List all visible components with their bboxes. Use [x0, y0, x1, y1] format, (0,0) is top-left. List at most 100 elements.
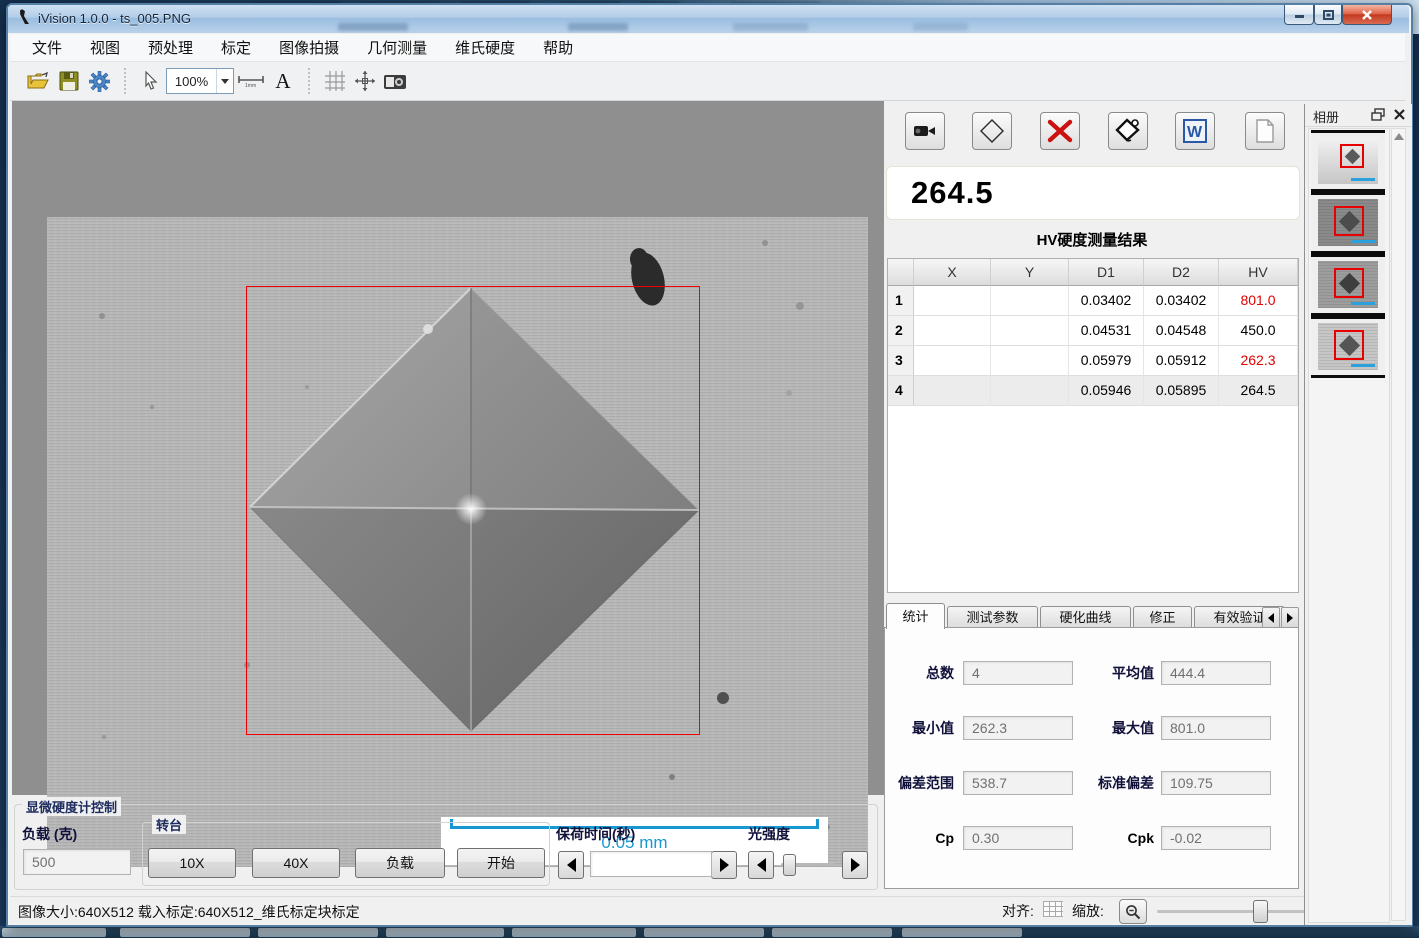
taskbar-button[interactable] [2, 928, 106, 937]
auto-measure-button[interactable] [1108, 112, 1148, 150]
taskbar-button[interactable] [772, 928, 892, 937]
menu-view[interactable]: 视图 [80, 34, 130, 61]
zoom-level-select[interactable]: 100% [166, 68, 234, 94]
video-camera-button[interactable] [905, 112, 945, 150]
current-hv-display: 264.5 [886, 166, 1300, 220]
turret-10x-button[interactable]: 10X [148, 848, 236, 878]
menu-geometry-measure[interactable]: 几何测量 [357, 34, 437, 61]
settings-gear-icon[interactable] [84, 66, 114, 96]
arrow-right-icon [720, 858, 729, 872]
text-tool-icon[interactable]: A [268, 66, 298, 96]
table-row[interactable]: 3 0.05979 0.05912 262.3 [888, 346, 1298, 376]
album-header: 相册 [1305, 104, 1412, 127]
col-d2[interactable]: D2 [1144, 259, 1219, 286]
auto-measure-hand-icon [1114, 117, 1142, 145]
album-panel: 相册 [1304, 104, 1412, 925]
stat-max-field[interactable] [1161, 716, 1271, 740]
camera-icon[interactable] [380, 66, 410, 96]
table-row[interactable]: 2 0.04531 0.04548 450.0 [888, 316, 1298, 346]
close-panel-icon[interactable] [1393, 108, 1406, 121]
taskbar-button[interactable] [512, 928, 636, 937]
col-x[interactable]: X [914, 259, 991, 286]
grid-icon[interactable] [320, 66, 350, 96]
menu-help[interactable]: 帮助 [533, 34, 583, 61]
open-file-icon[interactable] [24, 66, 54, 96]
save-icon[interactable] [54, 66, 84, 96]
table-row[interactable]: 1 0.03402 0.03402 801.0 [888, 286, 1298, 316]
taskbar-button[interactable] [258, 928, 378, 937]
col-y[interactable]: Y [991, 259, 1069, 286]
tab-statistics[interactable]: 统计 [886, 603, 945, 629]
tab-scroll-right-button[interactable] [1281, 607, 1299, 629]
taskbar-button[interactable] [386, 928, 504, 937]
align-grid-icon[interactable] [1043, 901, 1063, 917]
col-hv[interactable]: HV [1219, 259, 1298, 286]
delete-x-icon [1047, 119, 1073, 143]
stat-cp-field[interactable] [963, 826, 1073, 850]
start-button[interactable]: 开始 [457, 848, 545, 878]
chevron-down-icon[interactable] [216, 69, 233, 93]
album-thumbnail-2[interactable] [1311, 192, 1385, 254]
menu-preprocess[interactable]: 预处理 [138, 34, 203, 61]
stat-cpk-field[interactable] [1161, 826, 1271, 850]
album-scrollbar[interactable] [1391, 128, 1406, 921]
album-title: 相册 [1313, 107, 1339, 126]
menu-vickers-hardness[interactable]: 维氏硬度 [445, 34, 525, 61]
zoom-label: 缩放: [1072, 901, 1104, 921]
album-list [1308, 128, 1390, 923]
album-thumbnail-3[interactable] [1311, 254, 1385, 316]
thumb-roi-icon [1334, 268, 1364, 298]
zoom-level-value: 100% [167, 74, 216, 89]
minimize-button[interactable] [1284, 5, 1314, 25]
light-slider-thumb[interactable] [783, 854, 796, 876]
album-thumbnail-1[interactable] [1311, 130, 1385, 192]
stat-stddev-field[interactable] [1161, 771, 1271, 795]
cursor-icon[interactable] [136, 66, 166, 96]
specimen-image[interactable]: 0.05 mm [47, 217, 868, 867]
menu-file[interactable]: 文件 [22, 34, 72, 61]
album-thumbnail-4[interactable] [1311, 316, 1385, 378]
measurement-roi-box[interactable] [246, 286, 700, 735]
dwell-increase-button[interactable] [711, 851, 737, 879]
view-zoom-slider-thumb[interactable] [1253, 900, 1268, 923]
light-increase-button[interactable] [842, 851, 868, 879]
tab-hardening-curve[interactable]: 硬化曲线 [1040, 606, 1131, 628]
turret-load-button[interactable]: 负载 [355, 848, 445, 878]
stat-total-label: 总数 [876, 661, 954, 685]
dwell-time-field[interactable] [590, 851, 712, 877]
tab-test-parameters[interactable]: 测试参数 [947, 606, 1038, 628]
crosshair-icon[interactable] [350, 66, 380, 96]
thumb-scalebar-icon [1351, 364, 1375, 367]
light-decrease-button[interactable] [748, 851, 774, 879]
video-camera-icon [913, 124, 937, 138]
stat-mean-field[interactable] [1161, 661, 1271, 685]
taskbar-button[interactable] [902, 928, 1022, 937]
menu-image-capture[interactable]: 图像拍摄 [269, 34, 349, 61]
tab-scroll-left-button[interactable] [1262, 607, 1280, 629]
col-d1[interactable]: D1 [1069, 259, 1144, 286]
tab-correction[interactable]: 修正 [1133, 606, 1192, 628]
screen: iVision 1.0.0 - ts_005.PNG 文件 视图 预处理 标定 … [0, 0, 1419, 938]
delete-measurement-button[interactable] [1040, 112, 1080, 150]
titlebar[interactable] [8, 5, 1409, 33]
measure-ruler-icon[interactable]: 1mm [234, 66, 268, 96]
stat-range-field[interactable] [963, 771, 1073, 795]
close-button[interactable] [1342, 5, 1392, 25]
taskbar-button[interactable] [644, 928, 764, 937]
export-word-button[interactable]: W [1175, 112, 1215, 150]
table-row-selected[interactable]: 4 0.05946 0.05895 264.5 [888, 376, 1298, 406]
dwell-decrease-button[interactable] [558, 851, 584, 879]
new-document-button[interactable] [1245, 112, 1285, 150]
stat-total-field[interactable] [963, 661, 1073, 685]
float-panel-icon[interactable] [1371, 108, 1385, 121]
app-icon [17, 9, 32, 25]
stat-min-field[interactable] [963, 716, 1073, 740]
turret-40x-button[interactable]: 40X [252, 848, 340, 878]
zoom-out-button[interactable] [1119, 899, 1147, 924]
load-field[interactable] [23, 849, 131, 875]
diamond-measure-button[interactable] [972, 112, 1012, 150]
stat-cpk-label: Cpk [1072, 826, 1154, 850]
taskbar-button[interactable] [120, 928, 250, 937]
menu-calibration[interactable]: 标定 [211, 34, 261, 61]
maximize-button[interactable] [1314, 5, 1342, 25]
